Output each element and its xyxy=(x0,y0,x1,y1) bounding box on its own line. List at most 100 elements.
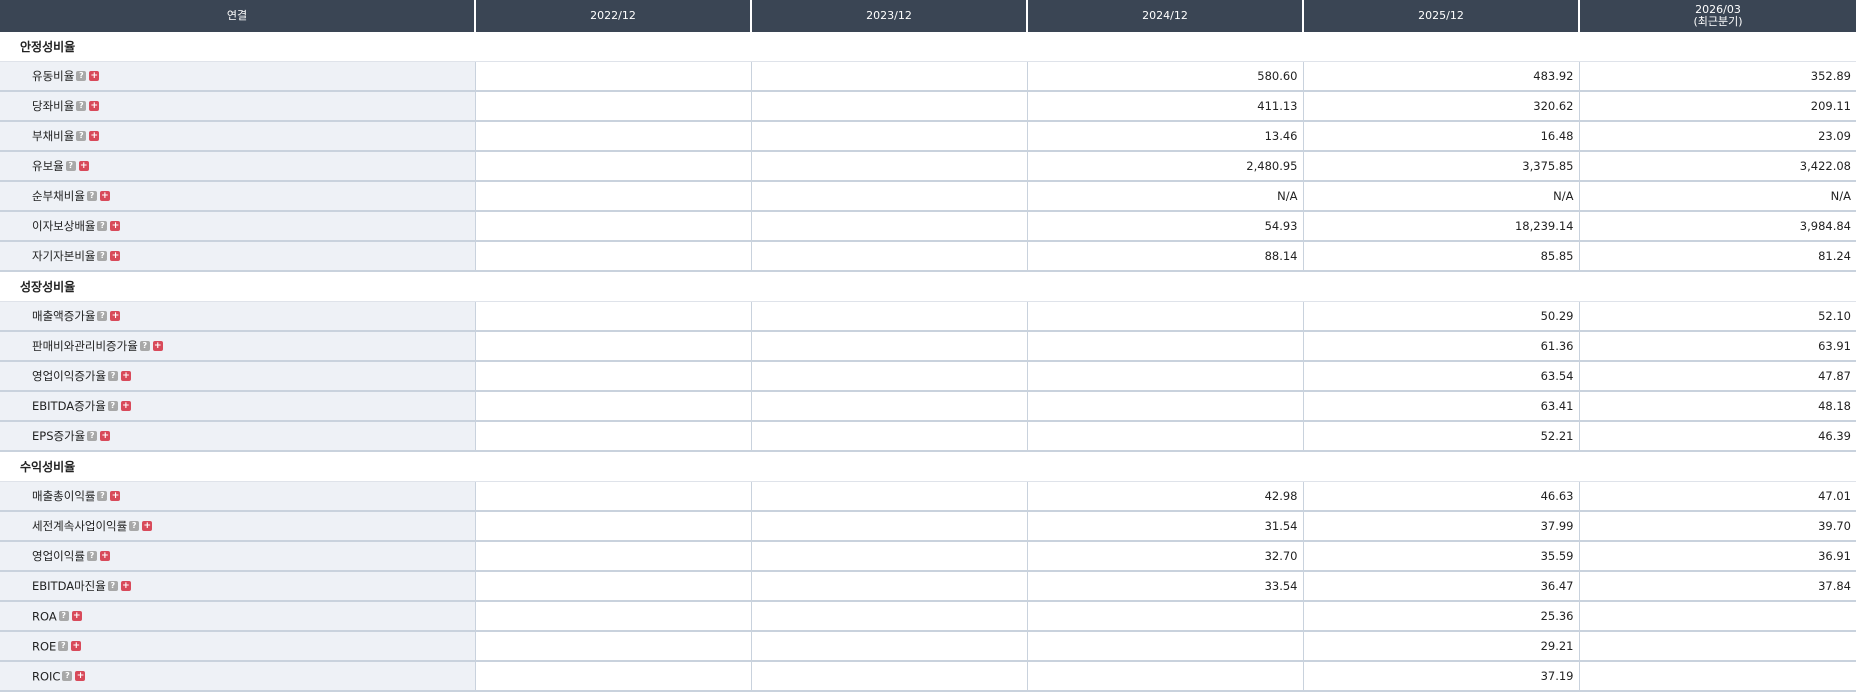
help-icon[interactable]: ? xyxy=(76,71,87,81)
header-period: 2025/12 xyxy=(1302,0,1579,32)
value-cell xyxy=(750,571,1027,602)
expand-plus-icon[interactable]: + xyxy=(110,251,121,261)
help-icon[interactable]: ? xyxy=(58,611,69,622)
help-icon[interactable]: ? xyxy=(87,431,98,441)
value-cell: 52.21 xyxy=(1302,421,1579,452)
value-cell: 85.85 xyxy=(1302,241,1579,272)
value-cell: 47.87 xyxy=(1578,361,1856,392)
row-label: 매출총이익률 xyxy=(32,489,96,503)
expand-plus-icon[interactable]: + xyxy=(152,341,163,351)
help-icon[interactable]: ? xyxy=(86,191,97,201)
value-cell: N/A xyxy=(1578,181,1856,212)
help-icon[interactable]: ? xyxy=(107,581,118,591)
help-icon[interactable]: ? xyxy=(58,641,69,652)
value-cell: N/A xyxy=(1302,181,1579,212)
value-cell: 29.21 xyxy=(1302,631,1579,662)
value-cell xyxy=(1026,661,1303,692)
table-row: 당좌비율? +411.13 320.62 209.11 xyxy=(0,91,1856,122)
table-row: 세전계속사업이익률? +31.54 37.99 39.70 xyxy=(0,511,1856,542)
table-header-row: 연결 2022/12 2023/12 2024/12 2025/12 2026/… xyxy=(0,0,1856,32)
help-icon[interactable]: ? xyxy=(76,131,87,141)
row-label: 유보율 xyxy=(32,159,64,173)
section-title: 성장성비율 xyxy=(0,271,1856,302)
help-icon[interactable]: ? xyxy=(107,401,118,411)
value-cell xyxy=(1026,391,1303,422)
value-cell xyxy=(1026,331,1303,362)
expand-plus-icon[interactable]: + xyxy=(110,221,121,231)
help-icon[interactable]: ? xyxy=(97,251,108,261)
help-icon[interactable]: ? xyxy=(62,671,73,682)
value-cell xyxy=(474,541,751,572)
help-icon[interactable]: ? xyxy=(97,311,108,321)
table-row: 자기자본비율? +88.14 85.85 81.24 xyxy=(0,241,1856,272)
value-cell xyxy=(1578,631,1856,662)
help-icon[interactable]: ? xyxy=(129,521,140,531)
value-cell: 37.99 xyxy=(1302,511,1579,542)
row-label: 세전계속사업이익률 xyxy=(32,519,128,533)
value-cell: 36.47 xyxy=(1302,571,1579,602)
expand-plus-icon[interactable]: + xyxy=(78,161,89,171)
row-label: 판매비와관리비증가율 xyxy=(32,339,138,353)
value-cell xyxy=(474,571,751,602)
expand-plus-icon[interactable]: + xyxy=(120,401,131,411)
expand-plus-icon[interactable]: + xyxy=(89,71,100,81)
expand-plus-icon[interactable]: + xyxy=(89,101,100,111)
value-cell: 209.11 xyxy=(1578,91,1856,122)
expand-plus-icon[interactable]: + xyxy=(120,581,131,591)
help-icon[interactable]: ? xyxy=(108,371,119,381)
help-icon[interactable]: ? xyxy=(97,221,108,231)
help-icon[interactable]: ? xyxy=(76,101,87,111)
value-cell: 35.59 xyxy=(1302,541,1579,572)
header-period-latest: 2026/03 (최근분기) xyxy=(1578,0,1856,32)
table-row: EBITDA증가율? +63.41 48.18 xyxy=(0,391,1856,422)
value-cell xyxy=(1026,601,1303,632)
value-cell xyxy=(1026,361,1303,392)
value-cell xyxy=(474,91,751,122)
expand-plus-icon[interactable]: + xyxy=(75,671,86,682)
value-cell: 37.19 xyxy=(1302,661,1579,692)
row-label: 당좌비율 xyxy=(32,99,75,113)
expand-plus-icon[interactable]: + xyxy=(89,131,100,141)
value-cell xyxy=(750,241,1027,272)
section-title: 수익성비율 xyxy=(0,451,1856,482)
row-label: ROA xyxy=(32,609,57,624)
row-label-cell: 영업이익률? + xyxy=(0,541,475,572)
expand-plus-icon[interactable]: + xyxy=(121,371,132,381)
value-cell: 18,239.14 xyxy=(1302,211,1579,242)
expand-plus-icon[interactable]: + xyxy=(100,431,111,441)
row-label: 자기자본비율 xyxy=(32,249,96,263)
expand-plus-icon[interactable]: + xyxy=(110,491,121,501)
expand-plus-icon[interactable]: + xyxy=(71,641,82,652)
expand-plus-icon[interactable]: + xyxy=(99,191,110,201)
expand-plus-icon[interactable]: + xyxy=(142,521,153,531)
row-label: 순부채비율 xyxy=(32,189,85,203)
help-icon[interactable]: ? xyxy=(139,341,150,351)
expand-plus-icon[interactable]: + xyxy=(99,551,110,561)
expand-plus-icon[interactable]: + xyxy=(110,311,121,321)
expand-plus-icon[interactable]: + xyxy=(71,611,82,622)
value-cell xyxy=(750,661,1027,692)
value-cell: 31.54 xyxy=(1026,511,1303,542)
value-cell xyxy=(474,631,751,662)
section-header-row: 안정성비율 xyxy=(0,32,1856,62)
help-icon[interactable]: ? xyxy=(86,551,97,561)
value-cell: 46.39 xyxy=(1578,421,1856,452)
row-label: 이자보상배율 xyxy=(32,219,96,233)
value-cell xyxy=(474,391,751,422)
value-cell xyxy=(750,331,1027,362)
section-title: 안정성비율 xyxy=(0,32,1856,62)
row-label-cell: 매출액증가율? + xyxy=(0,301,475,332)
value-cell xyxy=(474,331,751,362)
row-label: 영업이익증가율 xyxy=(32,369,107,383)
value-cell xyxy=(474,301,751,332)
help-icon[interactable]: ? xyxy=(65,161,76,171)
table-row: 매출액증가율? +50.29 52.10 xyxy=(0,301,1856,332)
table-row: 판매비와관리비증가율? +61.36 63.91 xyxy=(0,331,1856,362)
table-row: ROIC? +37.19 xyxy=(0,661,1856,692)
help-icon[interactable]: ? xyxy=(97,491,108,501)
value-cell xyxy=(750,361,1027,392)
value-cell xyxy=(474,421,751,452)
value-cell: 320.62 xyxy=(1302,91,1579,122)
value-cell xyxy=(750,391,1027,422)
row-label: ROE xyxy=(32,639,57,654)
